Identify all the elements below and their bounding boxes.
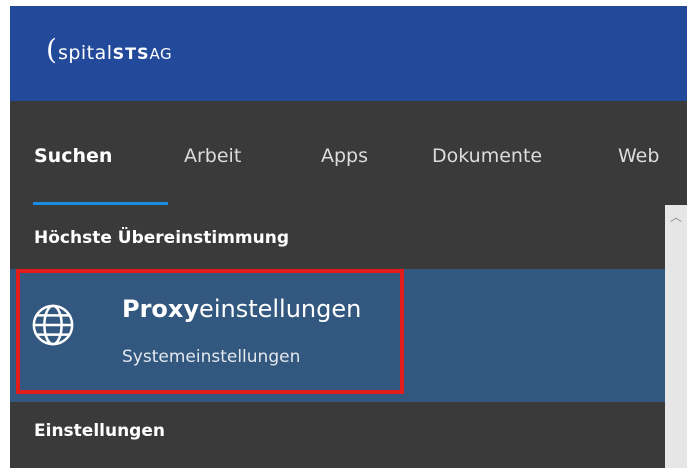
settings-heading: Einstellungen — [34, 421, 165, 441]
tab-arbeit[interactable]: Arbeit — [184, 145, 241, 167]
search-scope-tabs: Suchen Arbeit Apps Dokumente Web — [10, 101, 687, 206]
scrollbar[interactable]: ︿ — [665, 205, 687, 468]
tab-apps[interactable]: Apps — [321, 145, 368, 167]
company-logo: ( spital STS AG — [46, 33, 173, 66]
result-title-highlight: Proxy — [122, 295, 200, 323]
result-title-rest: einstellungen — [199, 295, 362, 323]
globe-icon — [32, 304, 74, 346]
best-match-heading: Höchste Übereinstimmung — [34, 228, 289, 248]
logo-sts: STS — [112, 44, 150, 63]
logo-name: spital — [57, 42, 113, 64]
best-match-result[interactable]: Proxyeinstellungen Systemeinstellungen — [10, 269, 665, 402]
result-subtitle: Systemeinstellungen — [122, 347, 301, 367]
brand-bar: ( spital STS AG — [10, 6, 687, 101]
result-title: Proxyeinstellungen — [122, 295, 361, 323]
logo-ag: AG — [149, 45, 173, 63]
tab-suchen[interactable]: Suchen — [34, 145, 112, 167]
search-results: Höchste Übereinstimmung Proxyeinstellung… — [10, 205, 665, 468]
search-window: ( spital STS AG Suchen Arbeit Apps Dokum… — [10, 6, 687, 468]
logo-paren: ( — [46, 33, 57, 66]
tab-web[interactable]: Web — [618, 145, 659, 167]
scroll-up-arrow-icon[interactable]: ︿ — [665, 209, 687, 225]
tab-dokumente[interactable]: Dokumente — [432, 145, 542, 167]
